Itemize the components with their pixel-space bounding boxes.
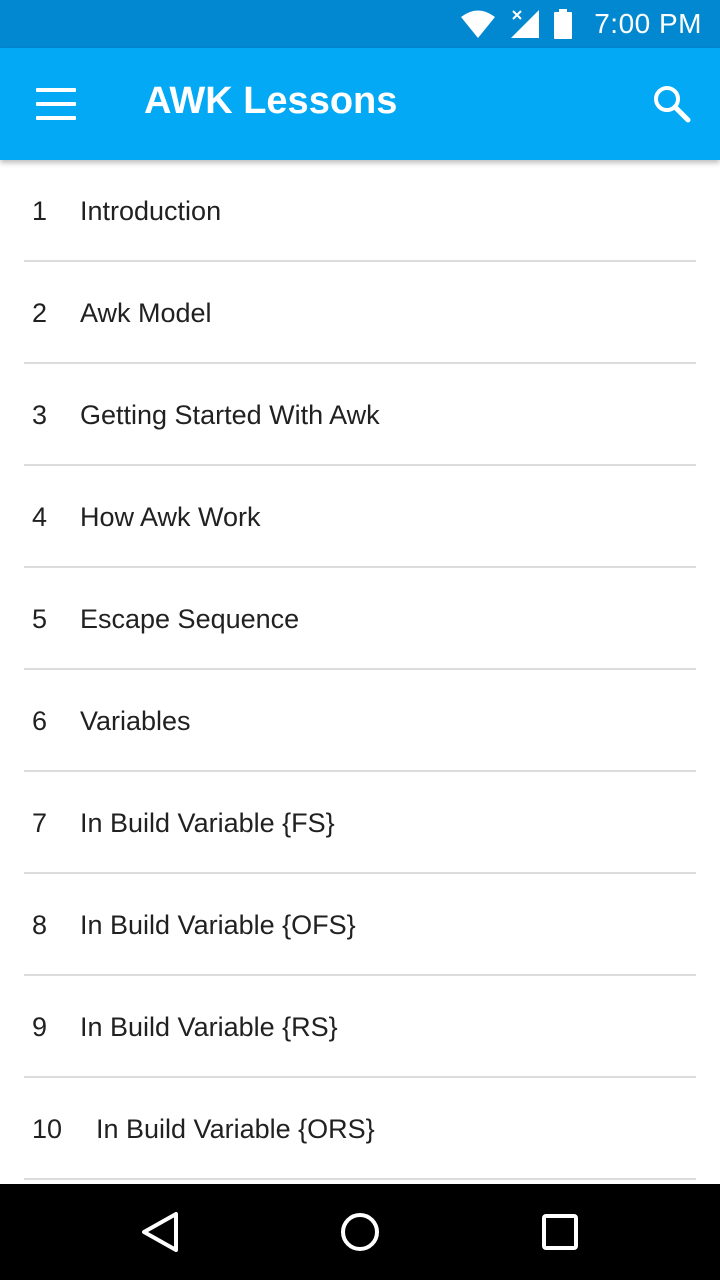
app-bar: AWK Lessons: [0, 48, 720, 160]
wifi-icon: [461, 10, 496, 38]
page-title: AWK Lessons: [144, 80, 398, 122]
list-item[interactable]: 5 Escape Sequence: [24, 568, 696, 670]
lesson-title: How Awk Work: [80, 502, 261, 532]
recents-icon[interactable]: [536, 1208, 584, 1256]
lesson-title: Introduction: [80, 196, 222, 226]
list-item[interactable]: 3 Getting Started With Awk: [24, 364, 696, 466]
lesson-number: 6: [32, 706, 48, 736]
lesson-title: In Build Variable {FS}: [80, 808, 335, 838]
lesson-number: 10: [32, 1114, 63, 1144]
search-icon[interactable]: [650, 82, 694, 126]
lesson-number: 1: [32, 196, 48, 226]
battery-icon: [554, 9, 573, 39]
lesson-title: Variables: [80, 706, 191, 736]
list-item[interactable]: 6 Variables: [24, 670, 696, 772]
lesson-number: 2: [32, 298, 48, 328]
lesson-number: 3: [32, 400, 48, 430]
navigation-bar: [0, 1184, 720, 1280]
list-item[interactable]: 10 In Build Variable {ORS}: [24, 1078, 696, 1180]
list-item[interactable]: 9 In Build Variable {RS}: [24, 976, 696, 1078]
lesson-title: Getting Started With Awk: [80, 400, 380, 430]
status-time: 7:00 PM: [594, 8, 702, 39]
lesson-number: 4: [32, 502, 48, 532]
lesson-list: 1 Introduction 2 Awk Model 3 Getting Sta…: [0, 160, 720, 1184]
list-item[interactable]: 8 In Build Variable {OFS}: [24, 874, 696, 976]
list-item[interactable]: 2 Awk Model: [24, 262, 696, 364]
hamburger-menu-icon[interactable]: [36, 88, 76, 120]
list-item[interactable]: 1 Introduction: [24, 160, 696, 262]
status-bar: 7:00 PM: [0, 0, 720, 48]
lesson-number: 9: [32, 1012, 48, 1042]
signal-icon: [511, 10, 540, 38]
list-item[interactable]: 7 In Build Variable {FS}: [24, 772, 696, 874]
lesson-title: In Build Variable {ORS}: [96, 1114, 375, 1144]
lesson-number: 8: [32, 910, 48, 940]
lesson-title: Awk Model: [80, 298, 212, 328]
lesson-number: 7: [32, 808, 48, 838]
lesson-number: 5: [32, 604, 48, 634]
home-icon[interactable]: [336, 1208, 384, 1256]
lesson-title: Escape Sequence: [80, 604, 300, 634]
list-item[interactable]: 4 How Awk Work: [24, 466, 696, 568]
lesson-title: In Build Variable {RS}: [80, 1012, 338, 1042]
back-icon[interactable]: [136, 1208, 184, 1256]
lesson-title: In Build Variable {OFS}: [80, 910, 356, 940]
